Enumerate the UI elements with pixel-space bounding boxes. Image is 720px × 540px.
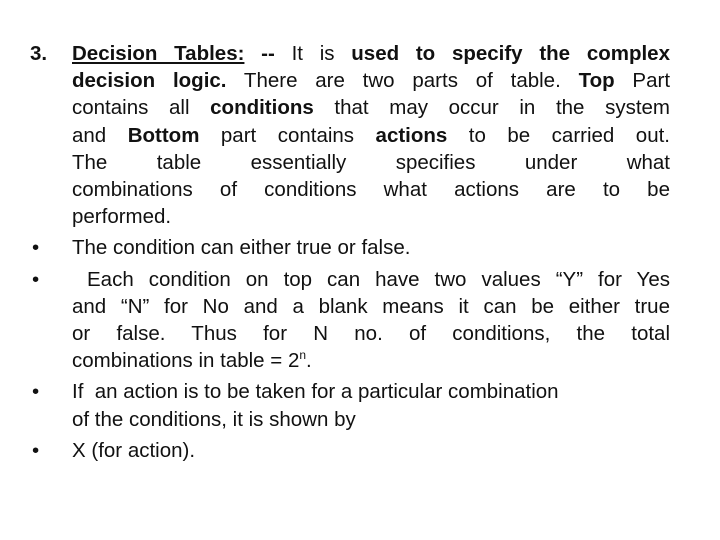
paragraph-line-4: and Bottom part contains actions to be c… [72,122,670,149]
bullet-line: Each condition on top can have two value… [72,266,670,293]
paragraph-line-6: combinations of conditions what actions … [72,178,670,202]
text: Part [614,69,671,93]
slide-content: 3. Decision Tables: -- It is used to spe… [30,40,670,464]
section-number: 3. [30,42,48,65]
text: combinations in table = 2 [72,349,300,373]
bullet-item: Each condition on top can have two value… [30,266,670,375]
section-heading: Decision Tables: [72,42,245,65]
paragraph-line-1: Decision Tables: -- It is used to specif… [72,42,670,65]
decision-tables-paragraph: 3. Decision Tables: -- It is used to spe… [30,40,670,230]
text: Each condition on top can have two value… [87,267,670,291]
text: part contains [199,123,376,147]
text: . [306,349,312,373]
bold-phrase-decision-logic: decision logic. [72,69,227,93]
bold-word-bottom: Bottom [127,123,200,147]
text: that may occur in the system [313,96,670,120]
bold-word-top: Top [578,69,615,93]
heading-separator: -- [244,42,275,65]
bold-phrase-used-to-specify: used to specify the complex [351,42,670,65]
bullet-item: X (for action). [30,437,670,464]
bullet-line: or false. Thus for N no. of conditions, … [72,322,670,346]
text: and [72,123,128,147]
text: contains all [72,96,211,120]
bold-word-actions: actions [375,123,448,147]
bullet-text: X (for action). [72,438,196,462]
paragraph-line-5: The table essentially specifies under wh… [72,150,670,174]
bold-word-conditions: conditions [210,96,314,120]
paragraph-line-2: decision logic. There are two parts of t… [72,67,670,94]
bullet-item: If an action is to be taken for a partic… [30,378,670,432]
bullet-line: If an action is to be taken for a partic… [72,380,559,404]
text: to be carried out. [447,123,670,147]
bullet-line: combinations in table = 2n. [72,347,670,374]
paragraph-line-3: contains all conditions that may occur i… [72,94,670,121]
text: There are two parts of table. [226,69,579,93]
bullet-item: The condition can either true or false. [30,234,670,261]
bullet-text: The condition can either true or false. [72,236,411,260]
bullet-line: of the conditions, it is shown by [72,407,356,431]
paragraph-line-7: performed. [72,205,172,229]
bullet-line: and “N” for No and a blank means it can … [72,294,670,318]
